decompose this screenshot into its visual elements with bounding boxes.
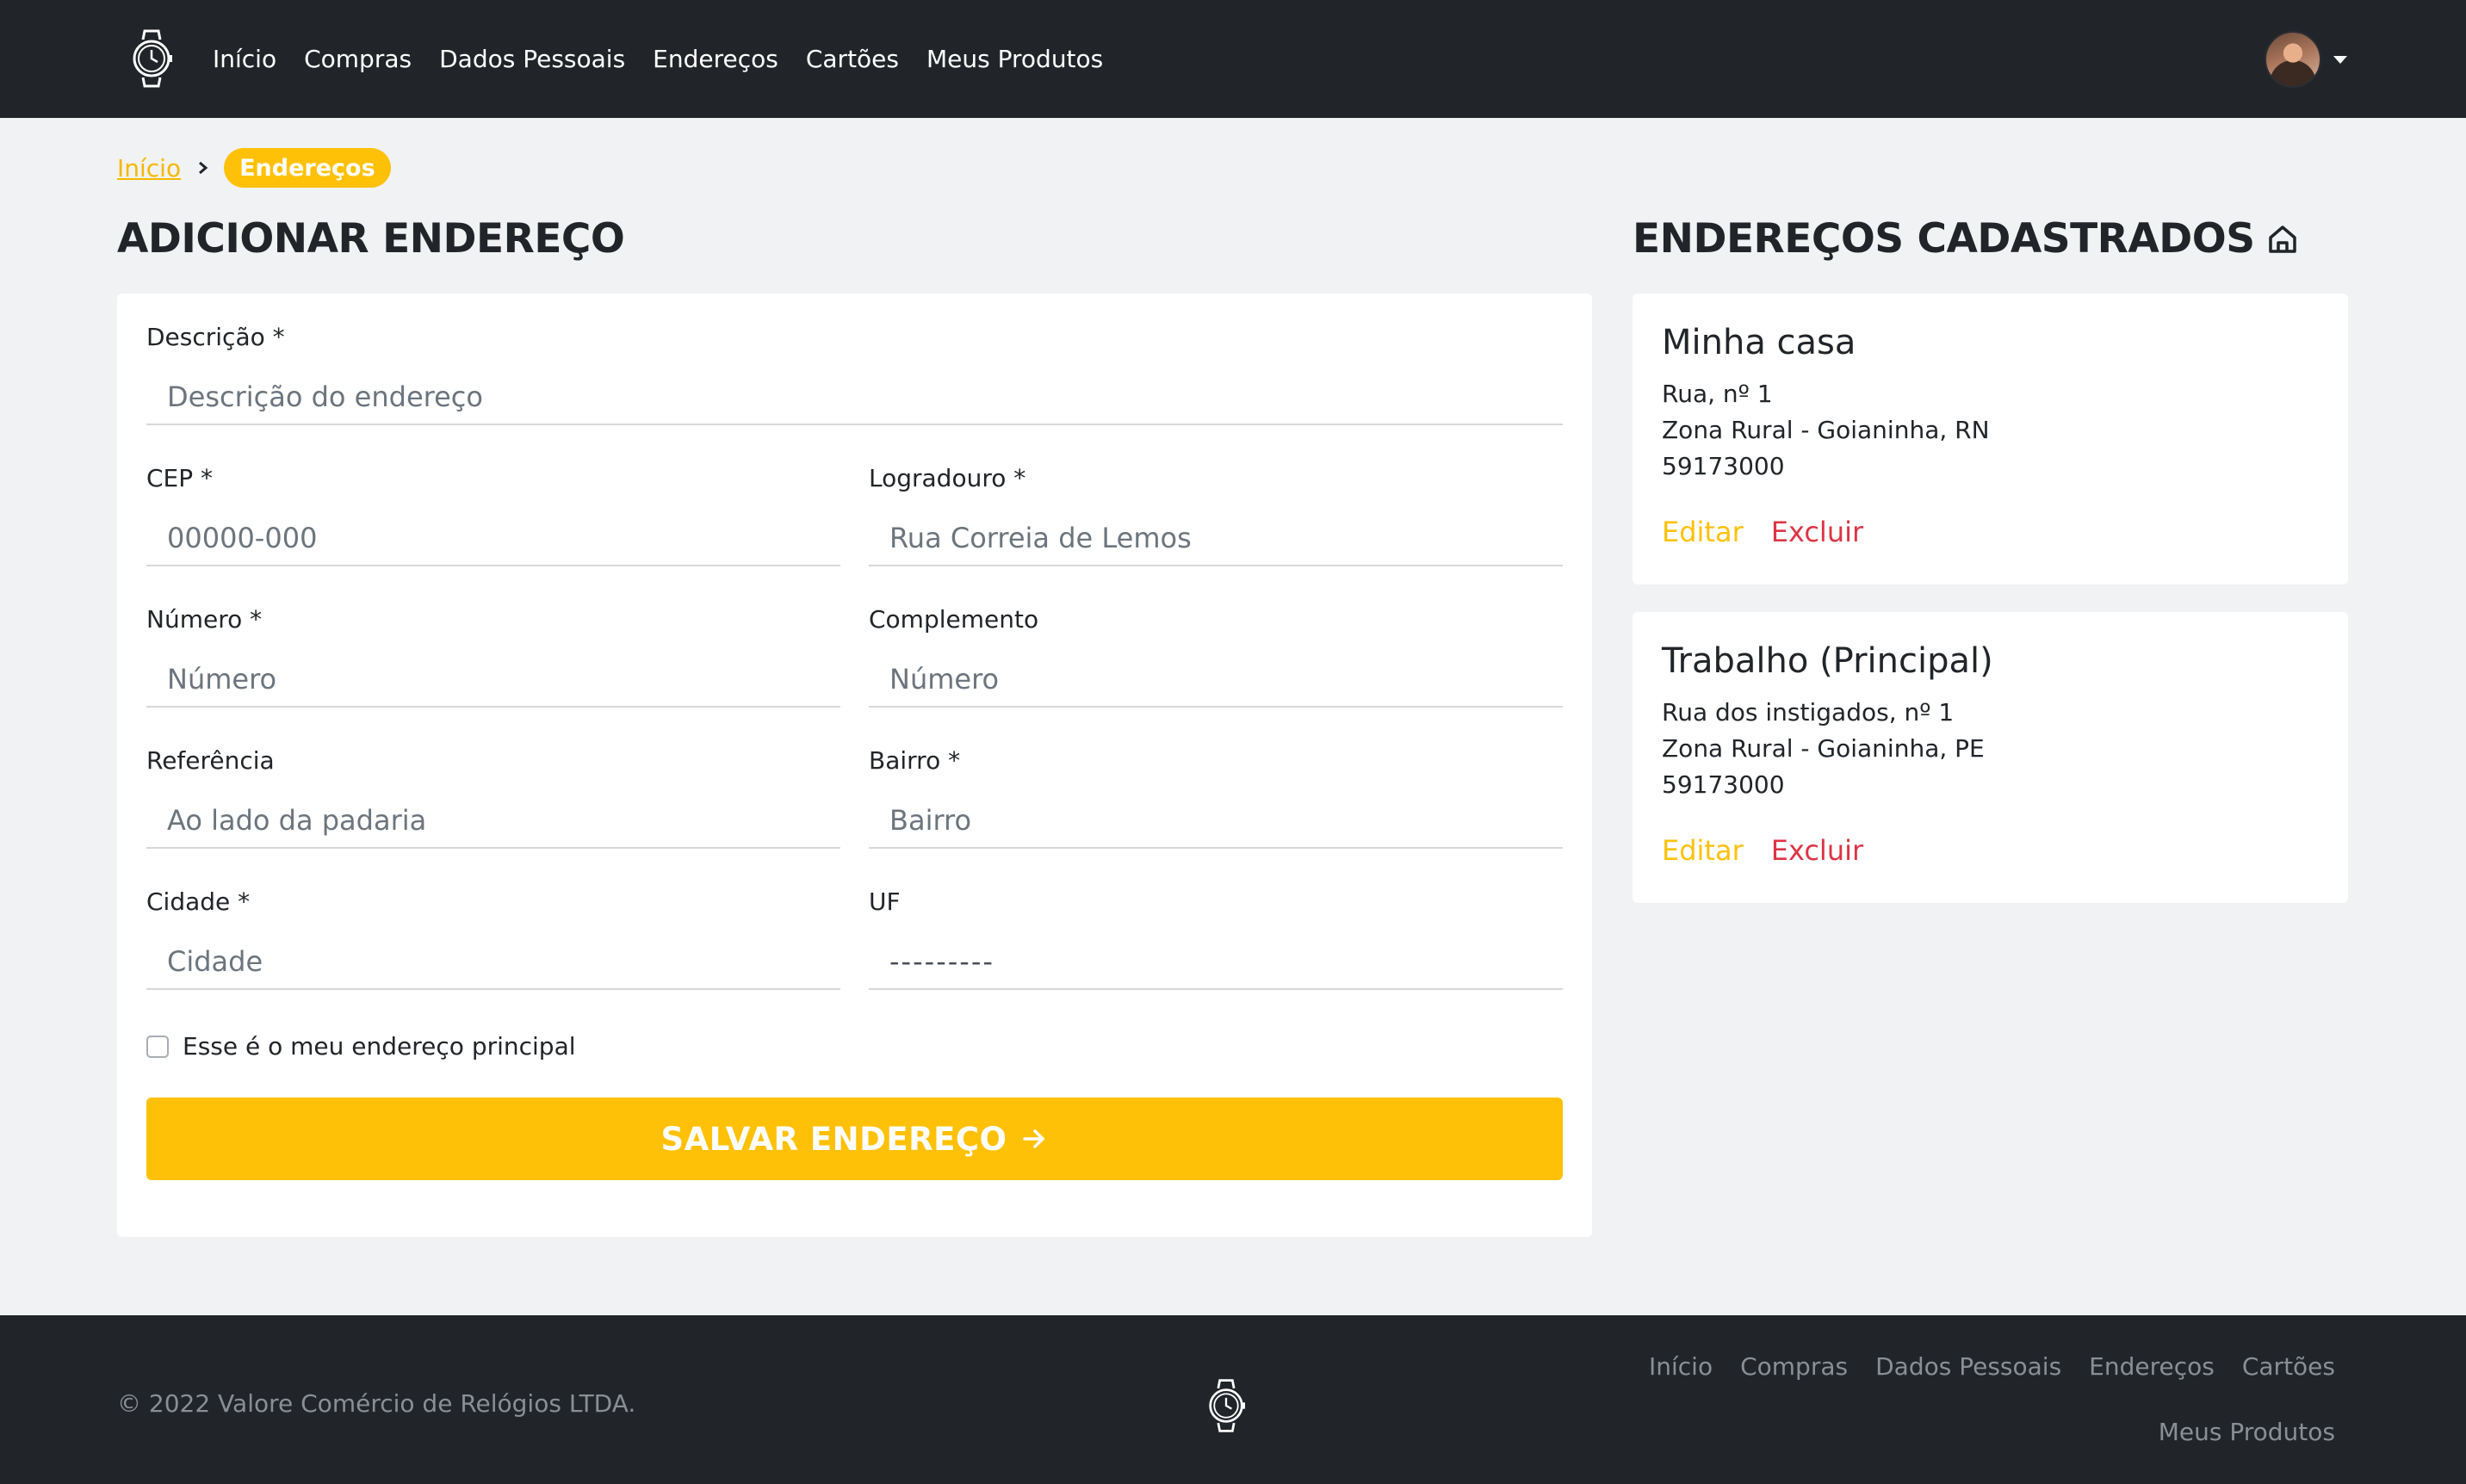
numero-field: Número * [146, 605, 840, 708]
referencia-input[interactable] [146, 794, 840, 849]
address-area: Zona Rural - Goianinha, RN [1662, 416, 1990, 444]
referencia-label: Referência [146, 746, 275, 775]
nav-link-cartoes[interactable]: Cartões [806, 45, 899, 73]
nav-link-dados-pessoais[interactable]: Dados Pessoais [439, 45, 625, 73]
footer-link-dados-pessoais[interactable]: Dados Pessoais [1875, 1353, 2061, 1381]
address-card: Minha casa Rua, nº 1 Zona Rural - Goiani… [1633, 294, 2348, 584]
footer: © 2022 Valore Comércio de Relógios LTDA.… [0, 1315, 2466, 1484]
cidade-input[interactable] [146, 935, 840, 990]
edit-address-link[interactable]: Editar [1662, 834, 1744, 867]
copyright-text: © 2022 Valore Comércio de Relógios LTDA. [117, 1389, 636, 1418]
uf-label: UF [869, 887, 901, 916]
edit-address-link[interactable]: Editar [1662, 516, 1744, 548]
numero-label: Número * [146, 605, 263, 634]
address-area: Zona Rural - Goianinha, PE [1662, 734, 1985, 763]
cidade-label: Cidade * [146, 887, 251, 916]
address-actions: Editar Excluir [1662, 834, 1863, 867]
descricao-input[interactable] [146, 370, 1563, 425]
footer-link-cartoes[interactable]: Cartões [2242, 1353, 2335, 1381]
complemento-label: Complemento [869, 605, 1039, 634]
save-address-button[interactable]: SALVAR ENDEREÇO [146, 1098, 1563, 1180]
address-title: Minha casa [1662, 323, 1856, 362]
arrow-right-icon [1022, 1129, 1044, 1148]
address-street: Rua, nº 1 [1662, 380, 1773, 408]
save-address-label: SALVAR ENDEREÇO [660, 1120, 1007, 1158]
home-icon [2268, 225, 2296, 253]
address-actions: Editar Excluir [1662, 516, 1863, 548]
numero-input[interactable] [146, 652, 840, 708]
cep-field: CEP * [146, 464, 840, 566]
user-menu-toggle[interactable] [2265, 31, 2347, 88]
referencia-field: Referência [146, 746, 840, 849]
main-nav: Início Compras Dados Pessoais Endereços … [213, 0, 1131, 118]
complemento-input[interactable] [869, 652, 1563, 708]
nav-link-enderecos[interactable]: Endereços [653, 45, 778, 73]
footer-link-compras[interactable]: Compras [1740, 1353, 1848, 1381]
logradouro-label: Logradouro * [869, 464, 1026, 492]
add-address-form: Descrição * CEP * Logradouro * Número * … [117, 294, 1592, 1237]
footer-link-meus-produtos[interactable]: Meus Produtos [2159, 1419, 2335, 1446]
principal-address-option[interactable]: Esse é o meu endereço principal [146, 1032, 576, 1060]
wristwatch-icon[interactable] [1205, 1377, 1247, 1434]
add-address-heading: ADICIONAR ENDEREÇO [117, 215, 625, 263]
logradouro-input[interactable] [869, 511, 1563, 566]
footer-nav: Início Compras Dados Pessoais Endereços … [1595, 1353, 2335, 1446]
footer-link-inicio[interactable]: Início [1649, 1353, 1713, 1381]
breadcrumb-home-link[interactable]: Início [117, 154, 181, 182]
cep-label: CEP * [146, 464, 214, 492]
address-card: Trabalho (Principal) Rua dos instigados,… [1633, 612, 2348, 903]
nav-link-meus-produtos[interactable]: Meus Produtos [926, 45, 1103, 73]
registered-addresses-heading: ENDEREÇOS CADASTRADOS [1633, 215, 2300, 263]
cidade-field: Cidade * [146, 887, 840, 990]
caret-down-icon[interactable] [2333, 55, 2347, 64]
bairro-label: Bairro * [869, 746, 961, 775]
chevron-right-icon [195, 159, 212, 176]
bairro-field: Bairro * [869, 746, 1563, 849]
registered-addresses-title: ENDEREÇOS CADASTRADOS [1633, 215, 2255, 263]
wristwatch-icon[interactable] [129, 28, 174, 90]
logradouro-field: Logradouro * [869, 464, 1563, 566]
complemento-field: Complemento [869, 605, 1563, 708]
uf-select[interactable]: --------- [869, 935, 1563, 990]
uf-field: UF --------- [869, 887, 1563, 990]
top-navbar: Início Compras Dados Pessoais Endereços … [0, 0, 2466, 118]
address-street: Rua dos instigados, nº 1 [1662, 698, 1955, 727]
descricao-field: Descrição * [146, 323, 1563, 425]
principal-address-checkbox[interactable] [146, 1035, 169, 1058]
descricao-label: Descrição * [146, 323, 285, 351]
bairro-input[interactable] [869, 794, 1563, 849]
nav-link-inicio[interactable]: Início [213, 45, 276, 73]
delete-address-link[interactable]: Excluir [1771, 834, 1863, 867]
principal-address-label[interactable]: Esse é o meu endereço principal [183, 1032, 576, 1060]
footer-link-enderecos[interactable]: Endereços [2089, 1353, 2215, 1381]
breadcrumb-current: Endereços [224, 148, 391, 188]
cep-input[interactable] [146, 511, 840, 566]
nav-link-compras[interactable]: Compras [304, 45, 412, 73]
avatar[interactable] [2265, 31, 2321, 88]
address-cep: 59173000 [1662, 452, 1785, 480]
breadcrumb: Início Endereços [117, 148, 391, 188]
address-cep: 59173000 [1662, 770, 1785, 799]
delete-address-link[interactable]: Excluir [1771, 516, 1863, 548]
address-title: Trabalho (Principal) [1662, 641, 1993, 681]
